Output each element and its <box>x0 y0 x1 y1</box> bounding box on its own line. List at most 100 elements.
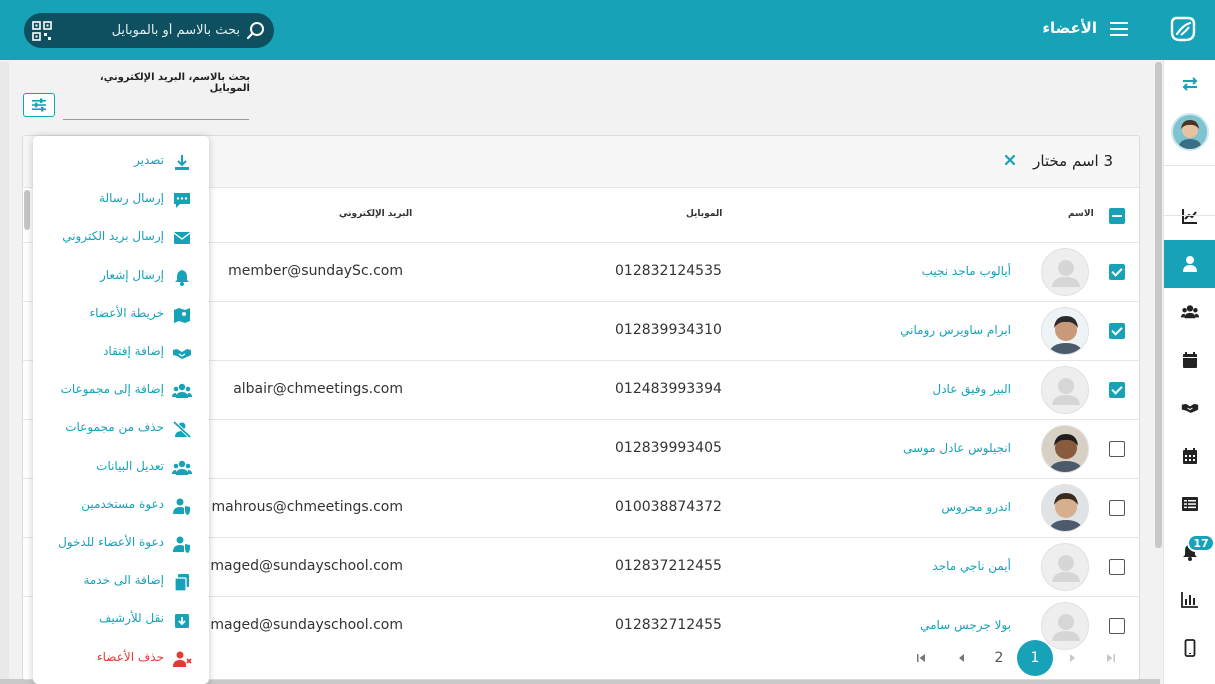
row-checkbox[interactable] <box>1109 559 1125 575</box>
menu-toggle-icon[interactable] <box>1110 21 1128 37</box>
member-mobile: 012839934310 <box>615 322 722 338</box>
page-1-button[interactable]: 1 <box>1017 640 1053 676</box>
first-page-icon <box>917 654 925 662</box>
menu-item-archive[interactable]: نقل للأرشيف <box>33 601 209 639</box>
member-name-link[interactable]: أيالوب ماجد نجيب <box>922 264 1011 278</box>
row-checkbox[interactable] <box>1109 500 1125 516</box>
menu-item-envelope[interactable]: إرسال بريد الكتروني <box>33 219 209 257</box>
nav-separator <box>1164 215 1215 216</box>
member-email: maged@sundayschool.com <box>210 558 403 574</box>
member-mobile: 010038874372 <box>615 499 722 515</box>
next-page-button[interactable] <box>1063 641 1083 675</box>
menu-item-user-shield[interactable]: دعوة الأعضاء للدخول <box>33 525 209 563</box>
filter-toggle-button[interactable] <box>23 93 55 117</box>
clear-selection-icon[interactable] <box>1003 153 1017 167</box>
member-avatar[interactable] <box>1041 484 1089 532</box>
default-avatar-icon <box>1052 260 1080 287</box>
map-icon <box>174 307 190 323</box>
member-name-link[interactable]: أيمن ناجي ماجد <box>932 559 1011 573</box>
member-mobile: 012832124535 <box>615 263 722 279</box>
global-search-input[interactable] <box>60 18 240 43</box>
global-search[interactable] <box>24 13 274 48</box>
menu-item-users-edit[interactable]: تعديل البيانات <box>33 449 209 487</box>
menu-item-copy[interactable]: إضافة الى خدمة <box>33 563 209 601</box>
menu-item-user-delete[interactable]: حذف الأعضاء <box>33 640 209 678</box>
reports-icon <box>1181 592 1198 608</box>
member-avatar[interactable] <box>1041 543 1089 591</box>
column-header-mobile[interactable]: الموبايل <box>686 209 722 219</box>
row-checkbox[interactable] <box>1109 382 1125 398</box>
default-avatar-icon <box>1052 378 1080 405</box>
user-shield-icon <box>173 536 190 553</box>
envelope-icon <box>173 232 191 245</box>
menu-item-label: تصدير <box>133 153 164 167</box>
member-email: mahrous@chmeetings.com <box>211 499 404 515</box>
nav-item-dashboard[interactable] <box>1164 192 1215 240</box>
menu-item-label: نقل للأرشيف <box>98 611 164 626</box>
message-icon <box>174 193 190 209</box>
menu-item-label: إضافة الى خدمة <box>83 573 164 588</box>
calendar-icon <box>1183 352 1197 368</box>
column-header-name[interactable]: الاسم <box>1068 209 1094 219</box>
select-all-checkbox[interactable] <box>1109 208 1125 224</box>
qr-code-icon[interactable] <box>32 21 52 41</box>
member-avatar[interactable] <box>1041 366 1089 414</box>
member-avatar[interactable] <box>1041 425 1089 473</box>
menu-item-label: إرسال إشعار <box>99 267 164 282</box>
nav-item-swap[interactable] <box>1164 60 1215 108</box>
member-photo <box>1042 308 1088 354</box>
default-avatar-icon <box>1052 555 1080 582</box>
copy-icon <box>174 574 189 592</box>
menu-item-label: إضافة إفتقاد <box>103 344 164 358</box>
member-name-link[interactable]: انجيلوس عادل موسى <box>903 441 1011 455</box>
nav-item-followup[interactable] <box>1164 384 1215 432</box>
filter-input[interactable] <box>63 96 249 120</box>
page-2-button[interactable]: 2 <box>989 641 1009 675</box>
column-header-email[interactable]: البريد الإلكتروني <box>339 209 412 219</box>
member-name-link[interactable]: اندرو محروس <box>941 500 1011 514</box>
row-checkbox[interactable] <box>1109 618 1125 634</box>
nav-item-mobile-app[interactable] <box>1164 624 1215 672</box>
row-checkbox[interactable] <box>1109 264 1125 280</box>
menu-item-download[interactable]: تصدير <box>33 143 209 181</box>
menu-item-map[interactable]: خريطة الأعضاء <box>33 296 209 334</box>
nav-item-members[interactable] <box>1164 240 1215 288</box>
profile-avatar-image <box>1173 115 1207 149</box>
menu-item-bell[interactable]: إرسال إشعار <box>33 258 209 296</box>
nav-item-lists[interactable] <box>1164 480 1215 528</box>
last-page-button[interactable] <box>1101 641 1121 675</box>
member-mobile: 012839993405 <box>615 440 722 456</box>
menu-item-message[interactable]: إرسال رسالة <box>33 181 209 219</box>
groups-icon <box>1181 305 1199 319</box>
menu-item-label: دعوة مستخدمين <box>81 496 164 511</box>
member-name-link[interactable]: ابرام ساويرس روماني <box>900 323 1011 337</box>
member-name-link[interactable]: البير وفيق عادل <box>932 382 1011 396</box>
menu-item-label: إضافة إلى مجموعات <box>60 382 164 397</box>
archive-icon <box>175 614 189 629</box>
side-navigation <box>1163 60 1215 684</box>
nav-item-calendar[interactable] <box>1164 336 1215 384</box>
menu-item-label: حذف الأعضاء <box>96 649 164 664</box>
menu-item-handshake[interactable]: إضافة إفتقاد <box>33 334 209 372</box>
menu-item-user-shield[interactable]: دعوة مستخدمين <box>33 487 209 525</box>
first-page-button[interactable] <box>911 641 931 675</box>
member-avatar[interactable] <box>1041 307 1089 355</box>
prev-page-button[interactable] <box>951 641 971 675</box>
row-checkbox[interactable] <box>1109 323 1125 339</box>
member-name-link[interactable]: بولا جرجس سامي <box>920 618 1011 632</box>
nav-item-groups[interactable] <box>1164 288 1215 336</box>
row-checkbox[interactable] <box>1109 441 1125 457</box>
vertical-scrollbar[interactable] <box>1155 62 1162 548</box>
nav-item-reports[interactable] <box>1164 576 1215 624</box>
nav-item-events[interactable] <box>1164 432 1215 480</box>
menu-item-label: تعديل البيانات <box>96 458 164 473</box>
app-logo-icon[interactable] <box>1168 14 1198 44</box>
menu-item-label: إرسال بريد الكتروني <box>62 229 164 244</box>
menu-scrollbar[interactable] <box>24 190 30 230</box>
nav-separator <box>1164 165 1215 166</box>
download-icon <box>175 155 189 170</box>
menu-item-user-slash[interactable]: حذف من مجموعات <box>33 410 209 448</box>
menu-item-users[interactable]: إضافة إلى مجموعات <box>33 372 209 410</box>
member-avatar[interactable] <box>1041 248 1089 296</box>
profile-avatar[interactable] <box>1171 113 1209 151</box>
